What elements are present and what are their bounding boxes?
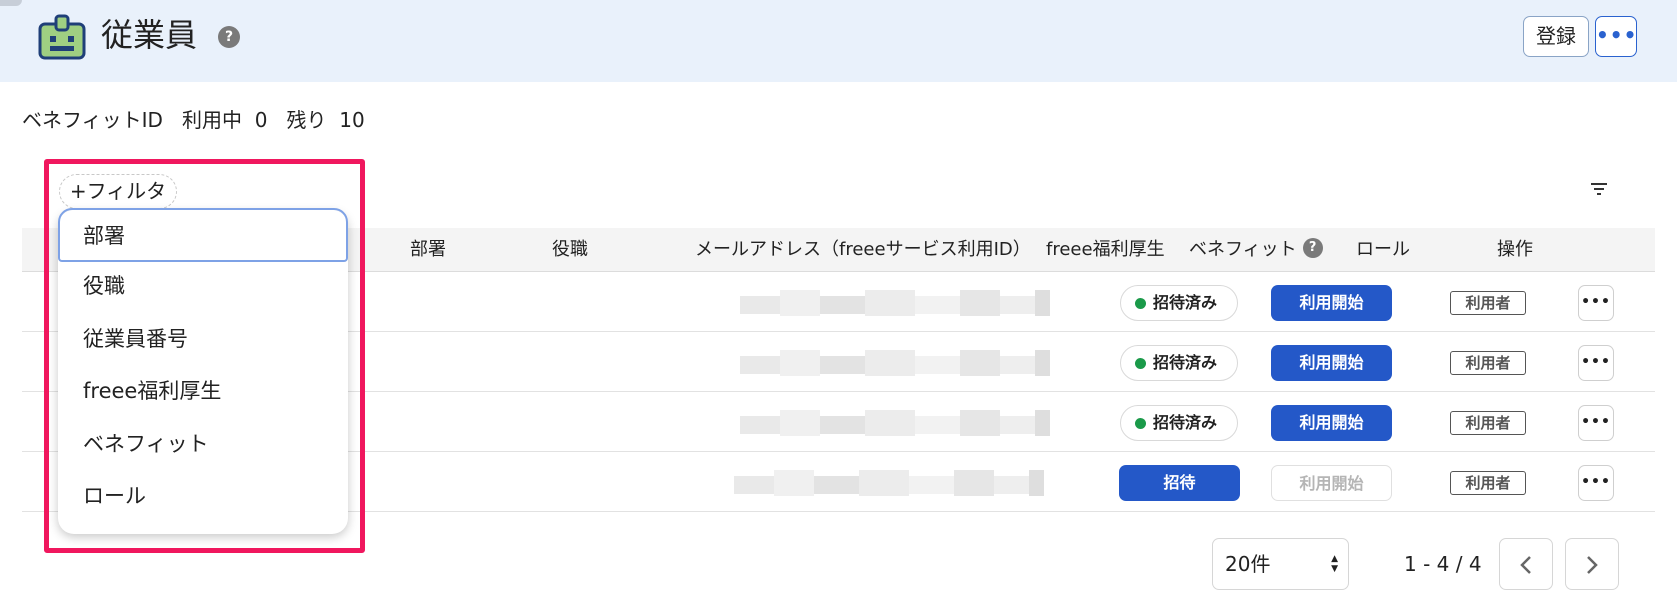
column-header-actions: 操作 <box>1497 239 1533 260</box>
per-page-select[interactable]: 20件 ▲ ▼ <box>1212 538 1349 590</box>
invite-button[interactable]: 招待 <box>1119 465 1240 501</box>
prev-page-button[interactable] <box>1499 538 1553 590</box>
welfare-status-badge: 招待済み <box>1120 405 1238 441</box>
role-badge: 利用者 <box>1450 291 1526 315</box>
column-header-department[interactable]: 部署 <box>410 228 446 272</box>
filter-menu-item[interactable]: 従業員番号 <box>58 313 348 367</box>
chevron-right-icon <box>1587 556 1598 574</box>
corner-tab <box>0 0 22 6</box>
benefit-start-button[interactable]: 利用開始 <box>1271 465 1392 501</box>
column-header-email[interactable]: メールアドレス（freeeサービス利用ID） <box>695 228 1031 272</box>
remaining-label: 残り <box>286 108 327 132</box>
filter-menu-item[interactable]: 部署 <box>58 208 348 262</box>
email-redacted <box>740 286 1050 320</box>
column-header-position[interactable]: 役職 <box>552 228 588 272</box>
column-header-freee-welfare[interactable]: freee福利厚生 <box>1046 228 1165 272</box>
pagination-range: 1 - 4 / 4 <box>1404 552 1482 576</box>
welfare-status-badge: 招待済み <box>1120 345 1238 381</box>
next-page-button[interactable] <box>1565 538 1619 590</box>
page-header: 従業員 ? 登録 ••• <box>0 0 1677 82</box>
filter-menu-item[interactable]: ベネフィット <box>58 418 348 472</box>
column-header-role[interactable]: ロール <box>1356 228 1410 272</box>
status-dot-icon <box>1135 358 1146 369</box>
help-icon[interactable]: ? <box>1302 238 1323 258</box>
welfare-status-label: 招待済み <box>1153 353 1218 372</box>
column-header-benefit-label: ベネフィット <box>1189 239 1297 260</box>
remaining-count: 10 <box>339 108 365 132</box>
row-more-button[interactable]: ••• <box>1578 405 1614 441</box>
filter-dropdown-menu: 部署 役職 従業員番号 freee福利厚生 ベネフィット ロール <box>58 208 348 534</box>
in-use-count: 0 <box>254 108 268 132</box>
role-badge: 利用者 <box>1450 351 1526 375</box>
help-icon[interactable]: ? <box>218 26 240 48</box>
column-header-benefit[interactable]: ベネフィット? <box>1189 228 1323 272</box>
chevron-left-icon <box>1520 556 1531 574</box>
filter-settings-icon[interactable] <box>1590 183 1608 197</box>
benefit-start-button[interactable]: 利用開始 <box>1271 285 1392 321</box>
row-more-button[interactable]: ••• <box>1578 345 1614 381</box>
email-redacted <box>740 346 1050 380</box>
row-more-button[interactable]: ••• <box>1578 285 1614 321</box>
in-use-label: 利用中 <box>181 108 242 132</box>
add-filter-button[interactable]: +フィルタ <box>59 174 177 209</box>
benefit-start-button[interactable]: 利用開始 <box>1271 345 1392 381</box>
filter-menu-item[interactable]: freee福利厚生 <box>58 365 348 419</box>
id-badge-icon <box>38 14 86 60</box>
email-redacted <box>740 406 1050 440</box>
row-more-button[interactable]: ••• <box>1578 465 1614 501</box>
benefit-id-label: ベネフィットID <box>22 108 163 132</box>
benefit-id-summary: ベネフィットID 利用中 0 残り 10 <box>22 106 365 134</box>
select-arrows-icon: ▲ ▼ <box>1331 554 1338 574</box>
header-more-button[interactable]: ••• <box>1595 16 1637 57</box>
per-page-value: 20件 <box>1225 552 1271 576</box>
welfare-status-badge: 招待済み <box>1120 285 1238 321</box>
status-dot-icon <box>1135 298 1146 309</box>
role-badge: 利用者 <box>1450 411 1526 435</box>
welfare-status-label: 招待済み <box>1153 413 1218 432</box>
page-title: 従業員 <box>101 16 198 54</box>
status-dot-icon <box>1135 418 1146 429</box>
filter-menu-item[interactable]: 役職 <box>58 260 348 314</box>
benefit-start-button[interactable]: 利用開始 <box>1271 405 1392 441</box>
register-button[interactable]: 登録 <box>1523 16 1589 57</box>
filter-menu-item[interactable]: ロール <box>58 470 348 524</box>
role-badge: 利用者 <box>1450 471 1526 495</box>
welfare-status-label: 招待済み <box>1153 293 1218 312</box>
email-redacted <box>734 466 1059 500</box>
